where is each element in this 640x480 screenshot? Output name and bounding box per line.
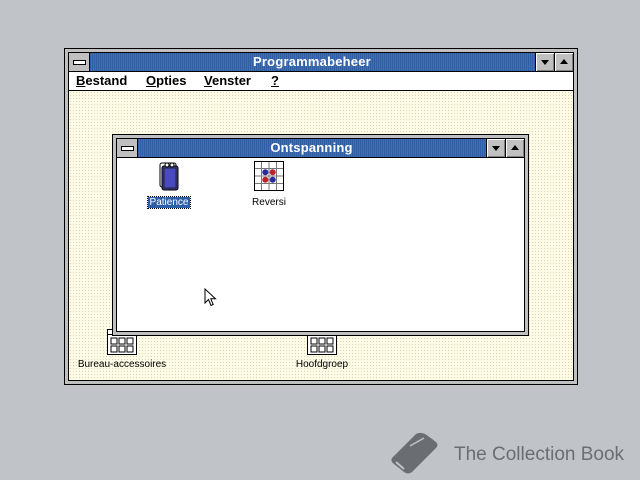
app-icon-label: Reversi	[252, 197, 286, 208]
maximize-arrow-icon	[560, 59, 568, 64]
group-icon-label: Hoofdgroep	[295, 359, 349, 370]
app-icon-label: Patience	[146, 196, 192, 209]
menu-opties[interactable]: Opties	[146, 72, 186, 90]
minimize-button[interactable]	[535, 53, 554, 71]
system-menu-button[interactable]	[117, 139, 138, 157]
mouse-cursor-icon	[204, 288, 217, 307]
ontspanning-window[interactable]: Ontspanning Patience Reversi	[112, 134, 529, 336]
maximize-arrow-icon	[511, 145, 519, 150]
title-bar[interactable]: Ontspanning	[117, 139, 524, 158]
menu-bar: Bestand Opties Venster ?	[69, 72, 573, 91]
app-icon-reversi[interactable]: Reversi	[234, 160, 304, 210]
maximize-button[interactable]	[505, 139, 524, 157]
book-icon	[391, 432, 438, 474]
window-title: Ontspanning	[270, 140, 353, 155]
minimize-arrow-icon	[492, 146, 500, 151]
group-icon-label: Bureau-accessoires	[77, 359, 167, 370]
patience-icon	[153, 160, 185, 192]
menu-bestand[interactable]: Bestand	[76, 72, 127, 90]
app-icon-patience[interactable]: Patience	[134, 160, 204, 210]
watermark-text: The Collection Book	[454, 444, 625, 465]
minimize-arrow-icon	[541, 60, 549, 65]
window-title: Programmabeheer	[253, 54, 371, 69]
maximize-button[interactable]	[554, 53, 573, 71]
system-menu-button[interactable]	[69, 53, 90, 71]
minimize-button[interactable]	[486, 139, 505, 157]
title-bar[interactable]: Programmabeheer	[69, 53, 573, 72]
reversi-icon	[253, 160, 285, 192]
menu-venster[interactable]: Venster	[204, 72, 251, 90]
group-workspace: Patience Reversi	[117, 158, 524, 331]
menu-help[interactable]: ?	[271, 72, 279, 90]
